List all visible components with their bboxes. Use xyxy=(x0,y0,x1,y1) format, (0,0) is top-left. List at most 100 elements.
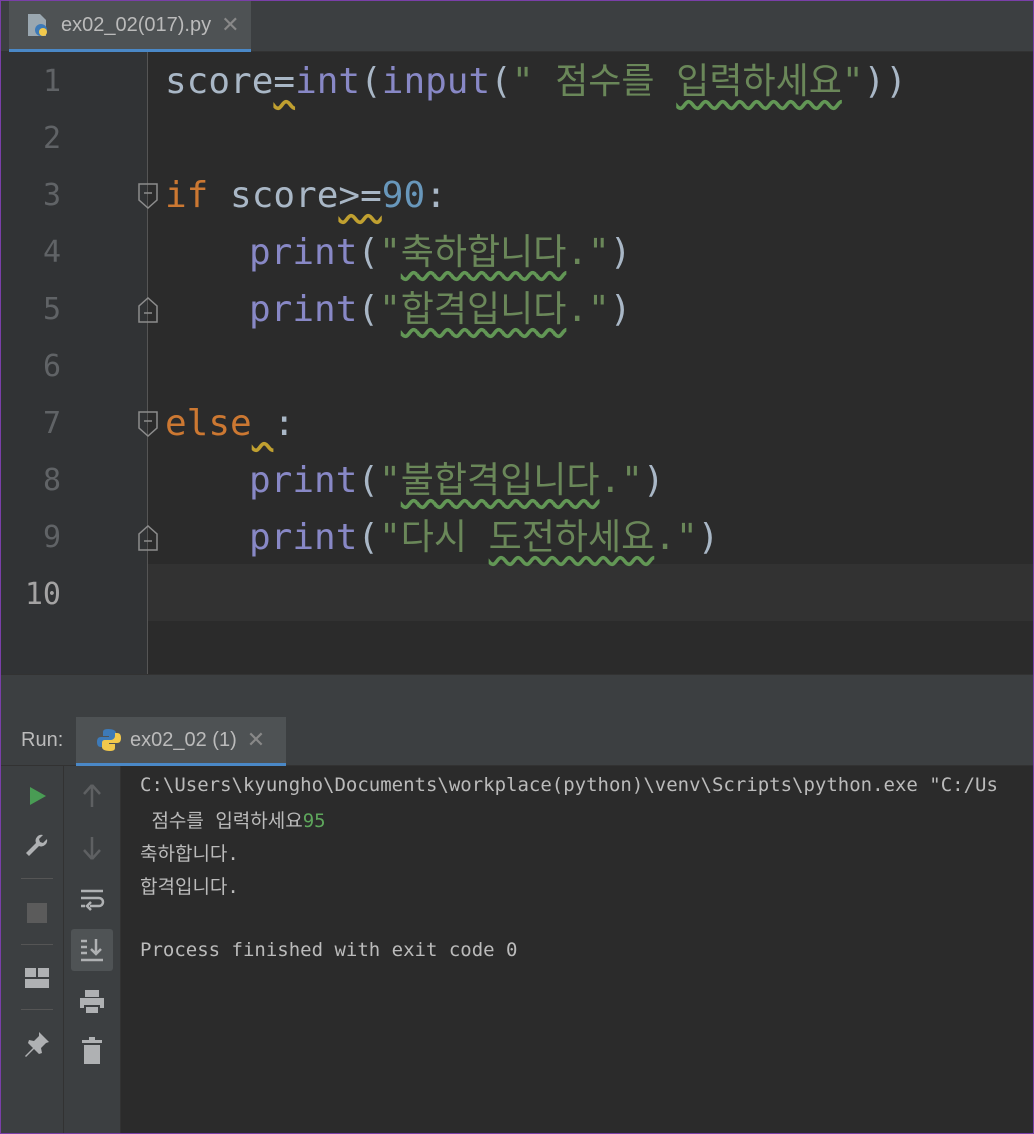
run-tool-window-header: Run: ex02_02 (1) ✕ xyxy=(1,717,1033,766)
toolbar-separator xyxy=(21,878,53,879)
code-line-8[interactable]: print("불합격입니다.") xyxy=(249,452,665,509)
play-icon xyxy=(30,787,46,805)
fold-open-icon[interactable] xyxy=(137,410,159,438)
panel-splitter[interactable] xyxy=(1,674,1033,718)
close-icon[interactable]: ✕ xyxy=(221,12,239,38)
code-line-1[interactable]: score=int(input(" 점수를 입력하세요")) xyxy=(165,53,907,110)
paren: ) xyxy=(609,232,632,273)
builtin: input xyxy=(381,61,491,102)
paren: ( xyxy=(490,61,512,102)
operator: = xyxy=(273,61,296,102)
editor-tab-bar: ex02_02(017).py ✕ xyxy=(1,1,1033,52)
line-number: 2 xyxy=(42,121,61,156)
line-number: 6 xyxy=(42,349,61,384)
current-line-highlight xyxy=(1,564,1033,621)
toolbar-separator xyxy=(21,1009,53,1010)
python-file-icon xyxy=(25,12,51,38)
print-button[interactable] xyxy=(72,982,112,1022)
line-number: 5 xyxy=(42,292,61,327)
paren: ) xyxy=(642,460,665,501)
pin-tab-button[interactable] xyxy=(17,1024,57,1064)
colon: : xyxy=(425,175,447,216)
run-config-tab[interactable]: ex02_02 (1) ✕ xyxy=(76,717,286,766)
trash-icon xyxy=(82,1037,102,1064)
console-prompt-line: 점수를 입력하세요95 xyxy=(140,806,326,833)
line-number-gutter: 1 2 3 4 5 6 7 8 9 10 xyxy=(1,52,158,674)
clear-all-button[interactable] xyxy=(72,1031,112,1071)
keyword: else xyxy=(165,403,252,444)
string-literal: ." xyxy=(566,232,610,273)
line-number: 7 xyxy=(42,406,61,441)
string-literal-typo: 입력하세요 xyxy=(676,61,842,102)
run-tab-label: ex02_02 (1) xyxy=(130,728,237,751)
code-line-7[interactable]: else : xyxy=(165,395,295,452)
line-number: 9 xyxy=(42,520,61,555)
paren: ) xyxy=(609,289,632,330)
builtin: int xyxy=(295,61,361,102)
rerun-button[interactable] xyxy=(17,776,57,816)
string-literal: " xyxy=(379,232,401,273)
string-literal-typo: 도전하세요 xyxy=(488,517,655,558)
string-literal: " xyxy=(379,289,401,330)
string-literal-typo: 축하합니다 xyxy=(400,232,567,273)
string-literal: ." xyxy=(566,289,610,330)
toolbar-separator xyxy=(21,944,53,945)
arrow-up-icon xyxy=(83,784,101,807)
scroll-to-end-button[interactable] xyxy=(71,929,113,971)
console-exit-line: Process finished with exit code 0 xyxy=(140,939,518,961)
fold-end-icon[interactable] xyxy=(137,524,159,552)
run-label: Run: xyxy=(21,729,64,751)
soft-wrap-button[interactable] xyxy=(72,880,112,920)
fold-end-icon[interactable] xyxy=(137,296,159,324)
soft-wrap-icon xyxy=(81,889,105,911)
previous-occurrence-button[interactable] xyxy=(72,776,112,816)
line-number: 8 xyxy=(42,463,61,498)
close-icon[interactable]: ✕ xyxy=(247,727,265,753)
editor-tab-label: ex02_02(017).py xyxy=(61,13,212,36)
stop-button[interactable] xyxy=(17,893,57,933)
paren: ( xyxy=(357,460,380,501)
code-editor[interactable]: 1 2 3 4 5 6 7 8 9 10 score=int(input(" 점… xyxy=(1,52,1033,674)
paren: ) xyxy=(697,517,720,558)
python-icon xyxy=(97,729,121,751)
string-literal: "다시 xyxy=(379,517,489,558)
editor-tab[interactable]: ex02_02(017).py ✕ xyxy=(9,1,251,52)
arrow-down-icon xyxy=(83,837,101,860)
string-literal: ." xyxy=(599,460,643,501)
pin-icon xyxy=(25,1032,49,1057)
console-user-input: 95 xyxy=(302,810,326,832)
ide-window: ex02_02(017).py ✕ 1 2 3 4 5 6 7 8 9 10 s… xyxy=(0,0,1034,1134)
string-literal-typo: 합격입니다 xyxy=(400,289,567,330)
console-output[interactable]: C:\Users\kyungho\Documents\workplace(pyt… xyxy=(121,766,1033,1133)
operator: >= xyxy=(338,175,382,216)
builtin: print xyxy=(249,289,358,330)
string-literal: " xyxy=(379,460,401,501)
builtin: print xyxy=(249,460,358,501)
printer-icon xyxy=(80,990,104,1015)
code-line-3[interactable]: if score>=90: xyxy=(165,167,447,224)
paren: ( xyxy=(357,289,380,330)
scroll-to-end-icon xyxy=(81,939,103,962)
fold-open-icon[interactable] xyxy=(137,182,159,210)
run-controls-toolbar xyxy=(1,766,64,1133)
wrench-icon xyxy=(26,834,48,856)
paren: ( xyxy=(360,61,382,102)
keyword: if xyxy=(165,175,209,216)
code-line-5[interactable]: print("합격입니다.") xyxy=(249,281,631,338)
console-prompt: 점수를 입력하세요 xyxy=(140,810,303,832)
code-line-9[interactable]: print("다시 도전하세요.") xyxy=(249,509,719,566)
stop-icon xyxy=(27,903,47,923)
string-literal: " xyxy=(841,61,864,102)
console-command-line: C:\Users\kyungho\Documents\workplace(pyt… xyxy=(140,774,998,796)
console-output-line: 합격입니다. xyxy=(140,876,239,898)
line-number: 1 xyxy=(42,64,61,99)
next-occurrence-button[interactable] xyxy=(72,828,112,868)
edit-configuration-button[interactable] xyxy=(17,826,57,866)
line-number: 3 xyxy=(42,178,61,213)
line-number: 4 xyxy=(42,235,61,270)
code-line-4[interactable]: print("축하합니다.") xyxy=(249,224,631,281)
restore-layout-button[interactable] xyxy=(17,958,57,998)
console-toolbar xyxy=(64,766,121,1133)
string-literal: " 점수를 xyxy=(511,61,677,102)
